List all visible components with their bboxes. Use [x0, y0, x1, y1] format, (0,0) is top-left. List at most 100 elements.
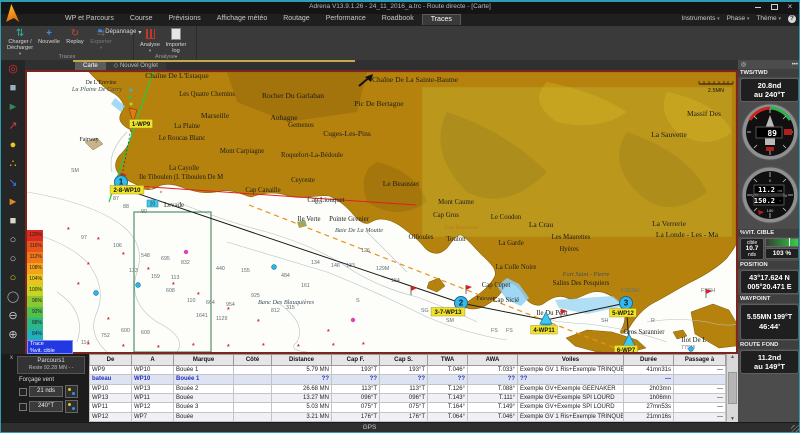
column-header[interactable]: Cap S. — [380, 355, 428, 366]
svg-text:nd: nd — [777, 188, 781, 193]
map-tab-bar: Carte◇ Nouvel Onglet — [25, 60, 738, 70]
menu-tab-routage[interactable]: Routage — [275, 14, 317, 25]
compass-gauge[interactable]: 0 90 180 270 11.2 nd 150.2 ° — [738, 166, 800, 229]
trace-legend-box[interactable]: Trace %vit. cible — [27, 340, 73, 354]
waypoint-tag-4-WP11[interactable]: 4-WP11 — [531, 326, 558, 335]
compass-b-icon[interactable]: ○ — [1, 250, 25, 269]
wind-dir-source-button[interactable] — [65, 400, 78, 413]
menu-tab-wp-et-parcours[interactable]: WP et Parcours — [57, 14, 122, 25]
wind-speed-field[interactable]: 21 nds — [29, 386, 63, 397]
table-row[interactable]: WP10WP13Bouée 226.68 MN113°T113°TT.126°T… — [90, 384, 726, 393]
route-fond-value[interactable]: 11.2nd au 149°T — [740, 350, 799, 374]
place-label: Chaîne De La Sainte-Baume — [372, 75, 459, 84]
menu-tab-course[interactable]: Course — [122, 14, 161, 25]
nouvelle-button[interactable]: +Nouvelle — [36, 26, 62, 57]
nautical-chart[interactable]: 2.5MN 8788909710613315911311066495492581… — [25, 70, 738, 354]
waypoint-tag-1-WP9[interactable]: 1-WP9 — [130, 120, 153, 129]
waypoint-value[interactable]: 5.55MN 199°T 46:44' — [740, 304, 799, 340]
menu-tab-roadbook[interactable]: Roadbook — [374, 14, 422, 25]
wind-dir-checkbox[interactable] — [19, 403, 27, 411]
help-icon[interactable]: ? — [788, 15, 796, 23]
hazard-mark: * — [97, 237, 100, 244]
table-cell: — — [674, 366, 726, 375]
chart-canvas[interactable]: 2.5MN 8788909710613315911311066495492581… — [27, 72, 736, 352]
close-button[interactable]: × — [783, 3, 797, 12]
replay-button[interactable]: ↻Replay — [62, 26, 88, 57]
scroll-up-icon[interactable]: ▲ — [730, 354, 735, 360]
wind-dir-field[interactable]: 240°T — [29, 401, 63, 412]
close-icon[interactable]: x — [10, 355, 13, 361]
column-header[interactable]: Côté — [234, 355, 272, 366]
compass-a-icon[interactable]: ○ — [1, 231, 25, 250]
tws-twd-value[interactable]: 20.8nd au 240°T — [740, 78, 799, 102]
menu-right-instruments[interactable]: Instruments ▾ — [681, 15, 719, 23]
table-header[interactable]: DeAMarqueCôtéDistanceCap F.Cap S.TWAAWAV… — [90, 355, 726, 366]
wind-speed-checkbox[interactable] — [19, 388, 27, 396]
charger-decharger-button[interactable]: ⇅Charger /Décharger▾ — [4, 26, 36, 57]
mark-group-icon[interactable]: ∴ — [1, 155, 25, 174]
select-circle-icon[interactable]: ◯ — [1, 288, 25, 307]
waypoint-circle-3[interactable]: 3 — [620, 297, 633, 310]
column-header[interactable]: A — [132, 355, 174, 366]
position-value[interactable]: 43°17.624 N 005°20.471 E — [740, 270, 799, 294]
hazard-mark: * — [87, 342, 90, 349]
life-ring-icon[interactable]: ◎ — [1, 60, 25, 79]
waypoint-tag-3-7-WP13[interactable]: 3-7-WP13 — [431, 308, 465, 317]
menu-tab-pr-visions[interactable]: Prévisions — [160, 14, 208, 25]
mark-arrow-icon[interactable]: ↘ — [1, 174, 25, 193]
map-tab-nouvel-onglet[interactable]: ◇ Nouvel Onglet — [106, 62, 166, 70]
column-header[interactable]: TWA — [428, 355, 468, 366]
zoom-out-icon[interactable]: ⊖ — [1, 307, 25, 326]
vit-cible-widget[interactable]: cible 10.7 nds 103 % — [740, 238, 799, 260]
boat-sails-icon[interactable]: ► — [1, 193, 25, 212]
depannage-button[interactable]: ⚑ Dépannage▾ — [97, 28, 141, 36]
wind-angle-gauge[interactable]: 89 — [738, 103, 800, 166]
wind-speed-source-button[interactable] — [65, 385, 78, 398]
menu-right-thème[interactable]: Thème ▾ — [756, 15, 781, 23]
table-scrollbar[interactable]: ▲ ▼ — [726, 354, 738, 422]
waypoint-tag-2-8-WP10[interactable]: 2-8-WP10 — [110, 186, 144, 195]
table-row[interactable]: WP13WP11Bouée13.27 MN096°T096°TT.143°T.1… — [90, 393, 726, 402]
menu-tab-affichage-m-t-o[interactable]: Affichage météo — [209, 14, 275, 25]
maximize-button[interactable] — [767, 3, 781, 12]
twa-flag — [784, 129, 792, 135]
more-dots-icon[interactable]: ••• — [792, 62, 798, 68]
depth-number: 161 — [301, 283, 310, 289]
parcours-header[interactable]: Parcours1 Reste 92.28 MN - - — [17, 356, 85, 374]
place-label: Chaîne De L'Estaque — [145, 72, 209, 80]
tracking-boat-icon[interactable]: ► — [1, 98, 25, 117]
place-label: La Verrerie — [652, 219, 686, 228]
table-cell: 075°T — [332, 403, 380, 412]
table-cell: WP9 — [90, 366, 132, 375]
table-row[interactable]: WP9WP10Bouée 15.79 MN193°T193°TT.046°T.0… — [90, 366, 726, 375]
table-row[interactable]: WP11WP12Bouée 35.03 MN075°T075°TT.164°T.… — [90, 403, 726, 412]
column-header[interactable]: Cap F. — [332, 355, 380, 366]
menu-right-phase[interactable]: Phase ▾ — [727, 15, 750, 23]
menu-tab-traces[interactable]: Traces — [422, 14, 461, 25]
table-cell: Exemple GV 1 Ris+Exemple TRINQUETTE — [518, 412, 624, 421]
mark-buoy-icon[interactable]: ● — [1, 136, 25, 155]
column-header[interactable]: Passage à — [674, 355, 726, 366]
compass-c-icon[interactable]: ○ — [1, 269, 25, 288]
chart-map-icon[interactable]: ■ — [1, 79, 25, 98]
chart-note-icon[interactable]: ■ — [1, 212, 25, 231]
place-label: La Crau — [529, 220, 554, 229]
table-row[interactable]: bateauWP10Bouée 1????????????— — [90, 375, 726, 384]
scroll-thumb[interactable] — [728, 372, 737, 404]
map-tab-carte[interactable]: Carte — [75, 62, 106, 70]
waypoint-tag-5-WP12[interactable]: 5-WP12 — [610, 309, 637, 318]
resize-grip[interactable] — [791, 425, 799, 433]
mark-move-icon[interactable]: ↗ — [1, 117, 25, 136]
column-header[interactable]: Durée — [624, 355, 674, 366]
waypoint-tag-6-WP7[interactable]: 6-WP7 — [615, 346, 638, 353]
table-row[interactable]: WP12WP7Bouée3.21 MN176°T176°TT.064°T.046… — [90, 412, 726, 421]
column-header[interactable]: Distance — [272, 355, 332, 366]
menu-tab-performance[interactable]: Performance — [318, 14, 374, 25]
column-header[interactable]: Marque — [174, 355, 234, 366]
column-header[interactable]: De — [90, 355, 132, 366]
minimize-button[interactable] — [751, 3, 765, 12]
column-header[interactable]: AWA — [468, 355, 518, 366]
column-header[interactable]: Voiles — [518, 355, 624, 366]
zoom-in-icon[interactable]: ⊕ — [1, 326, 25, 345]
gear-icon[interactable]: ◎ — [741, 61, 746, 68]
